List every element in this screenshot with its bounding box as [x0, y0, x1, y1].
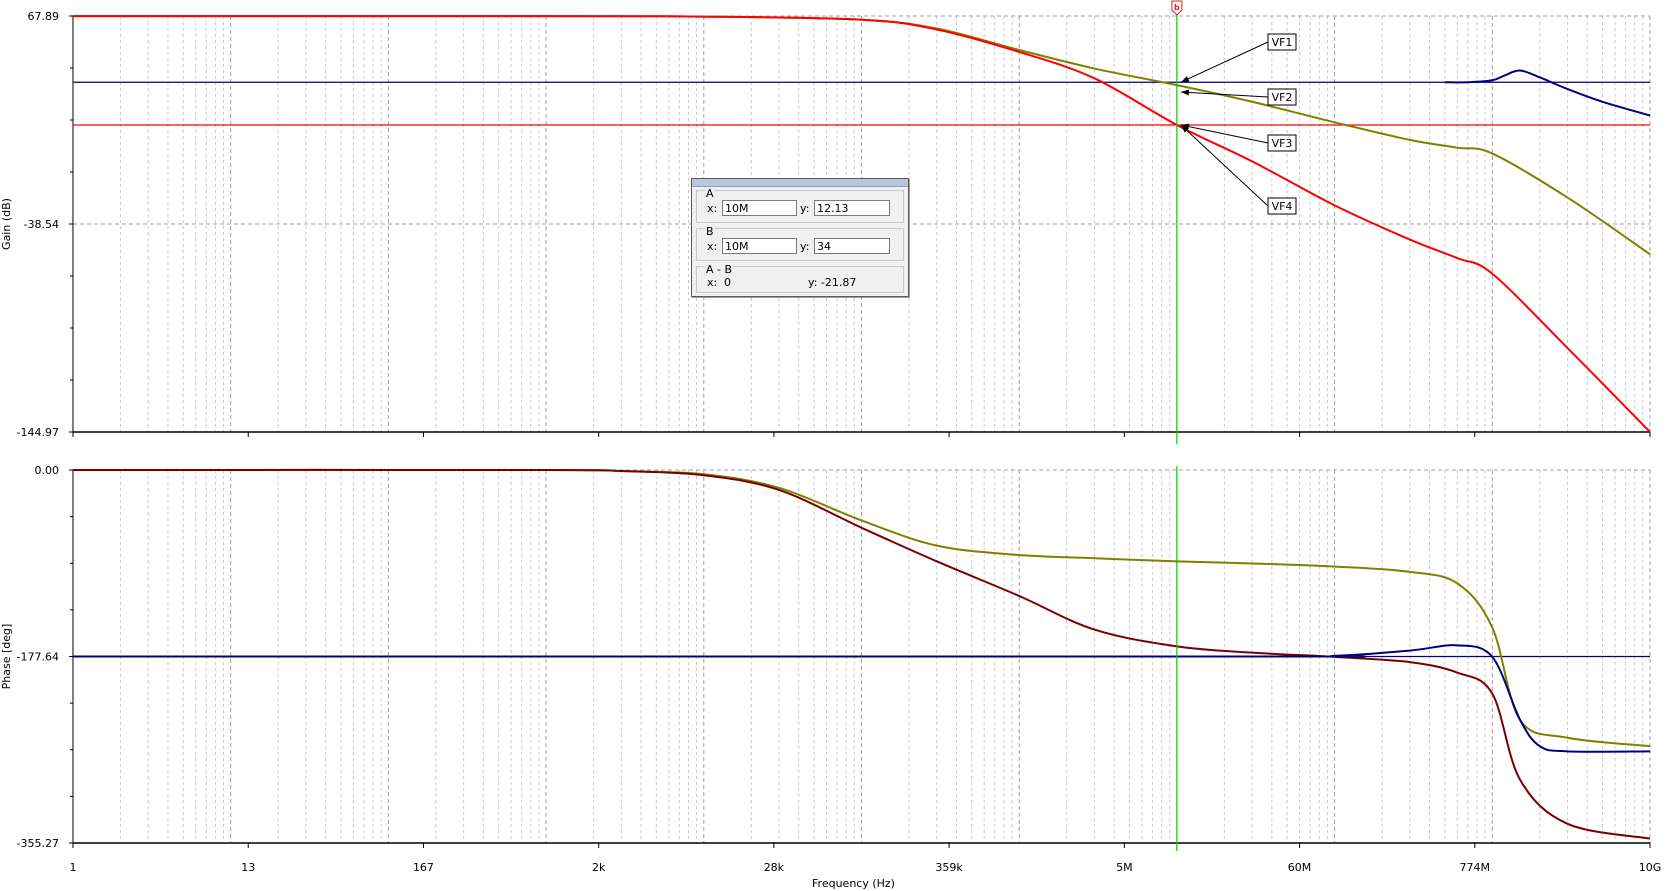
- annotation-arrow-icon: [1180, 76, 1190, 83]
- x-tick-label: 5M: [1116, 861, 1133, 874]
- cursor-marker-label: b: [1174, 3, 1180, 12]
- cursor-diff-label: A - B: [705, 263, 734, 276]
- cursor-diff-x-value: 0: [724, 276, 731, 289]
- cursor-diff-group: A - B x: 0 y: -21.87: [696, 263, 904, 293]
- cursor-diff-y-value: y: -21.87: [808, 276, 857, 289]
- cursor-diff-x-label: x:: [707, 276, 718, 289]
- x-axis-label: Frequency (Hz): [812, 877, 895, 890]
- cursor-b-x-label: x:: [707, 240, 718, 253]
- x-tick-label: 359k: [935, 861, 963, 874]
- panel-titlebar[interactable]: [692, 179, 908, 187]
- annotation-label: VF2: [1272, 91, 1293, 104]
- phase-y-tick-label: -355.27: [17, 837, 59, 850]
- cursor-a-group: A x: y:: [696, 187, 904, 223]
- gain-series-line-3: [1444, 69, 1651, 117]
- cursor-b-x-input[interactable]: [722, 238, 797, 254]
- cursor-a-y-input[interactable]: [814, 200, 890, 216]
- phase-y-tick-label: -177.64: [17, 651, 59, 664]
- cursor-a-x-label: x:: [707, 202, 718, 215]
- cursor-a-y-label: y:: [800, 202, 810, 215]
- x-tick-label: 2k: [592, 861, 606, 874]
- gain-y-tick-label: -144.97: [17, 426, 59, 439]
- cursor-a-label: A: [705, 187, 715, 200]
- annotation-label: VF3: [1272, 137, 1293, 150]
- gain-y-axis-label: Gain (dB): [0, 198, 13, 250]
- x-tick-label: 167: [413, 861, 434, 874]
- x-tick-label: 60M: [1288, 861, 1312, 874]
- annotation-arrow-icon: [1180, 89, 1190, 96]
- cursor-b-y-label: y:: [800, 240, 810, 253]
- annotation-label: VF1: [1272, 36, 1293, 49]
- x-tick-label: 13: [241, 861, 255, 874]
- gain-y-tick-label: 67.89: [28, 10, 60, 23]
- x-tick-label: 10G: [1639, 861, 1662, 874]
- cursor-b-group: B x: y:: [696, 225, 904, 261]
- cursor-b-y-input[interactable]: [814, 238, 890, 254]
- gain-y-tick-label: -38.54: [24, 218, 59, 231]
- phase-y-axis-label: Phase [deg]: [0, 624, 13, 690]
- phase-y-tick-label: 0.00: [35, 464, 60, 477]
- x-tick-label: 774M: [1460, 861, 1491, 874]
- x-tick-label: 1: [70, 861, 77, 874]
- annotation-label: VF4: [1272, 200, 1293, 213]
- cursor-b-label: B: [705, 225, 715, 238]
- cursor-readout-panel[interactable]: A x: y: B x: y: A - B x: 0 y: -21.87: [691, 178, 909, 297]
- cursor-a-x-input[interactable]: [722, 200, 797, 216]
- bode-plot: b VF1 VF2 VF3 VF4 67.89 -38.54 -144.97 Gain (dB…: [0, 0, 1662, 890]
- x-tick-label: 28k: [764, 861, 785, 874]
